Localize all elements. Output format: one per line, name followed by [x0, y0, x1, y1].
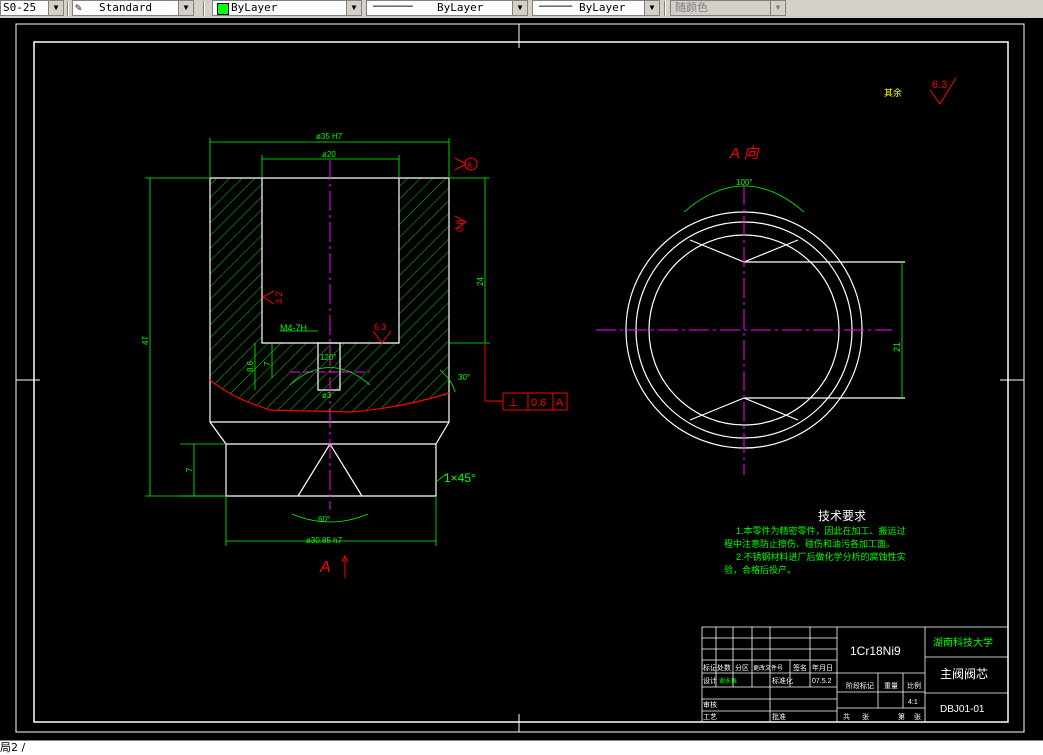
tb-drawing-no: DBJ01-01 [940, 704, 985, 715]
view-label: A 向 [729, 145, 761, 162]
lineweight-value: ByLayer [579, 1, 626, 14]
plotstyle-select[interactable]: 随颜色 ▼ [670, 0, 786, 16]
tb-h-date: 年月日 [812, 663, 833, 672]
chevron-down-icon[interactable]: ▼ [512, 1, 527, 15]
textstyle-icon: ✎ [75, 1, 82, 14]
chevron-down-icon[interactable]: ▼ [48, 1, 63, 15]
drawing-svg: ø35 H7 ø20 47 24 M4-7H 120° 8.6 7 ø3 30°… [15, 23, 1025, 733]
tb-stage: 阶段标记 [846, 681, 874, 690]
notes-line1: 1.本零件为精密零件，因此在加工、搬运过 [736, 525, 906, 536]
tb-total: 共 [843, 712, 850, 721]
tb-h-sign: 签名 [793, 663, 807, 672]
dim-21-label: 21 [892, 342, 902, 352]
dimstyle-select[interactable]: S0-25 ▼ [0, 0, 64, 16]
dim-7b-label: 7 [185, 467, 194, 472]
tb-material: 1Cr18Ni9 [850, 644, 901, 658]
chevron-down-icon[interactable]: ▼ [346, 1, 361, 15]
section-view: ø35 H7 ø20 47 24 M4-7H 120° 8.6 7 ø3 30°… [141, 132, 568, 578]
tb-review: 审核 [703, 700, 717, 709]
dim-7a-label: 7 [263, 361, 272, 366]
tb-standardize: 标准化 [772, 676, 793, 685]
color-swatch-icon [217, 3, 229, 15]
lineweight-select[interactable]: ───── ByLayer ▼ [532, 0, 660, 16]
hatch-left-wall [210, 178, 262, 343]
textstyle-value: Standard [99, 1, 152, 14]
technical-notes: 技术要求 1.本零件为精密零件，因此在加工、搬运过 程中注意防止擦伤、碰伤和油污… [724, 509, 906, 575]
dim-3-label: ø3 [322, 391, 332, 400]
dim-bottom-label: ø30.85 h7 [306, 536, 343, 545]
layer-color-value: ByLayer [231, 1, 278, 14]
layer-color-select[interactable]: ByLayer ▼ [212, 0, 362, 16]
dim-top-label: ø35 H7 [316, 132, 343, 141]
tol-symbol: ⊥ [508, 395, 518, 409]
tb-approve: 批准 [772, 712, 786, 721]
chevron-down-icon[interactable]: ▼ [770, 1, 785, 15]
tb-part-name: 主阀阀芯 [940, 667, 988, 681]
tb-date: 07.5.2 [812, 678, 832, 685]
dim-8-6-label: 8.6 [246, 360, 255, 372]
tb-h-count: 处数 [717, 663, 731, 672]
other-roughness-value: 6.3 [932, 79, 947, 91]
notes-title: 技术要求 [818, 509, 866, 523]
tb-h-mark: 标记 [703, 663, 717, 672]
roughness-right-value: 0.8 [455, 219, 465, 232]
tb-weight: 重量 [884, 682, 898, 690]
tb-designer: 谢永珠 [719, 677, 737, 685]
chevron-down-icon[interactable]: ▼ [644, 1, 659, 15]
angle-30-label: 30° [458, 373, 470, 382]
tb-num: 第 [898, 712, 905, 721]
tb-sheet: 张 [862, 712, 869, 721]
plotstyle-value: 随颜色 [675, 1, 708, 14]
tol-value: 0.6 [531, 397, 546, 409]
angle-120-label: 120° [320, 353, 337, 362]
textstyle-select[interactable]: ✎ Standard ▼ [72, 0, 194, 16]
dim-inner-label: ø20 [322, 150, 336, 159]
thread-label: M4-7H [280, 323, 307, 333]
dim-24-label: 24 [476, 277, 485, 286]
tb-scale: 4:1 [908, 699, 918, 706]
linetype-preview: ────── [373, 0, 413, 13]
tb-sheet2: 张 [914, 712, 921, 721]
other-roughness-label: 其余 [884, 87, 902, 98]
roughness-thread-value: 6.3 [374, 322, 387, 332]
dim-47-label: 47 [141, 336, 150, 345]
tb-design: 设计 [703, 676, 717, 685]
tb-h-doc: 更改文件号 [753, 664, 783, 672]
tb-ratio: 比例 [907, 681, 921, 690]
tol-datum: A [556, 397, 564, 409]
status-text: 局2 / [0, 741, 26, 754]
toolbar-divider [67, 1, 69, 16]
lineweight-preview: ───── [539, 0, 573, 13]
roughness-left-value: 3.2 [274, 291, 284, 304]
toolbar-divider [664, 1, 666, 16]
sheet-border-outer [15, 23, 1025, 733]
tb-h-zone: 分区 [735, 663, 749, 672]
a-view: A 向 100° 21 [596, 145, 905, 475]
centering-marks [16, 24, 1024, 732]
linetype-value: ByLayer [437, 1, 484, 14]
hatch-right-wall [399, 178, 449, 343]
datum-top-label: A [467, 161, 473, 170]
linetype-select[interactable]: ────── ByLayer ▼ [366, 0, 528, 16]
drawing-canvas[interactable]: ø35 H7 ø20 47 24 M4-7H 120° 8.6 7 ø3 30°… [0, 18, 1043, 740]
title-block: 标记 处数 分区 更改文件号 签名 年月日 设计 谢永珠 标准化 07.5.2 … [701, 626, 1009, 723]
tb-school: 湖南科技大学 [933, 636, 993, 649]
tb-process: 工艺 [703, 713, 717, 721]
section-label: A [319, 559, 331, 576]
notes-line2: 程中注意防止擦伤、碰伤和油污各加工面。 [724, 538, 895, 549]
properties-toolbar: S0-25 ▼ ✎ Standard ▼ ByLayer ▼ ────── By… [0, 0, 1043, 19]
status-bar: 局2 / [0, 740, 1043, 755]
angle-60-label: 60° [318, 515, 330, 524]
notes-line4: 验，合格后投产。 [724, 564, 796, 575]
chevron-down-icon[interactable]: ▼ [178, 1, 193, 15]
sheet-border-inner [33, 41, 1009, 723]
toolbar-divider [203, 1, 205, 16]
notes-line3: 2.不锈钢材料进厂后做化学分析的腐蚀性实 [736, 551, 906, 562]
chamfer-label: 1×45° [444, 471, 476, 485]
dimstyle-value: S0-25 [3, 1, 37, 14]
angle-100-label: 100° [736, 178, 753, 187]
